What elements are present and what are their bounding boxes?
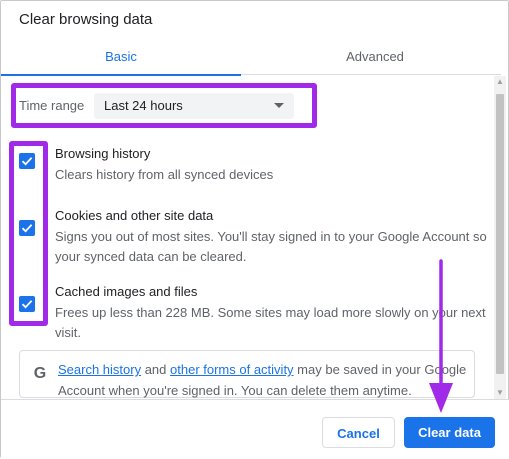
tab-advanced[interactable]: Advanced [255,41,495,75]
other-activity-link[interactable]: other forms of activity [170,362,294,377]
option-description: Signs you out of most sites. You'll stay… [55,229,487,264]
dialog-title: Clear browsing data [19,11,153,28]
tab-basic-label: Basic [105,49,137,64]
notice-text: Search history and other forms of activi… [58,359,468,401]
cached-images-checkbox[interactable] [19,296,35,312]
option-description: Frees up less than 228 MB. Some sites ma… [55,305,486,340]
time-range-value: Last 24 hours [104,98,183,113]
scroll-down-icon[interactable]: ▼ [494,387,506,399]
notice-text-part: and [141,362,171,377]
google-account-notice: G Search history and other forms of acti… [19,350,475,398]
checkmark-icon [21,224,33,233]
option-title: Cookies and other site data [55,208,214,223]
search-history-link[interactable]: Search history [58,362,141,377]
dialog-footer: Cancel Clear data [1,399,509,458]
scrollbar[interactable]: ▲ ▼ [494,76,506,399]
option-title: Cached images and files [55,284,198,299]
time-range-select[interactable]: Last 24 hours [94,93,294,119]
chevron-down-icon [274,103,284,108]
tab-basic[interactable]: Basic [1,41,241,76]
cookies-checkbox[interactable] [19,220,35,236]
google-g-icon: G [33,365,47,382]
option-description: Clears history from all synced devices [55,167,274,182]
time-range-label: Time range [19,98,85,113]
clear-browsing-data-dialog: Clear browsing data Basic Advanced ▲ ▼ T… [0,0,509,458]
scrollbar-thumb[interactable] [496,94,504,374]
option-title: Browsing history [55,146,151,161]
cancel-button[interactable]: Cancel [322,417,395,448]
checkmark-icon [21,157,33,166]
tab-advanced-label: Advanced [346,49,404,64]
clear-data-button[interactable]: Clear data [404,417,495,448]
tab-bar: Basic Advanced [1,41,501,76]
scroll-up-icon[interactable]: ▲ [494,76,506,88]
browsing-history-checkbox[interactable] [19,153,35,169]
checkmark-icon [21,300,33,309]
